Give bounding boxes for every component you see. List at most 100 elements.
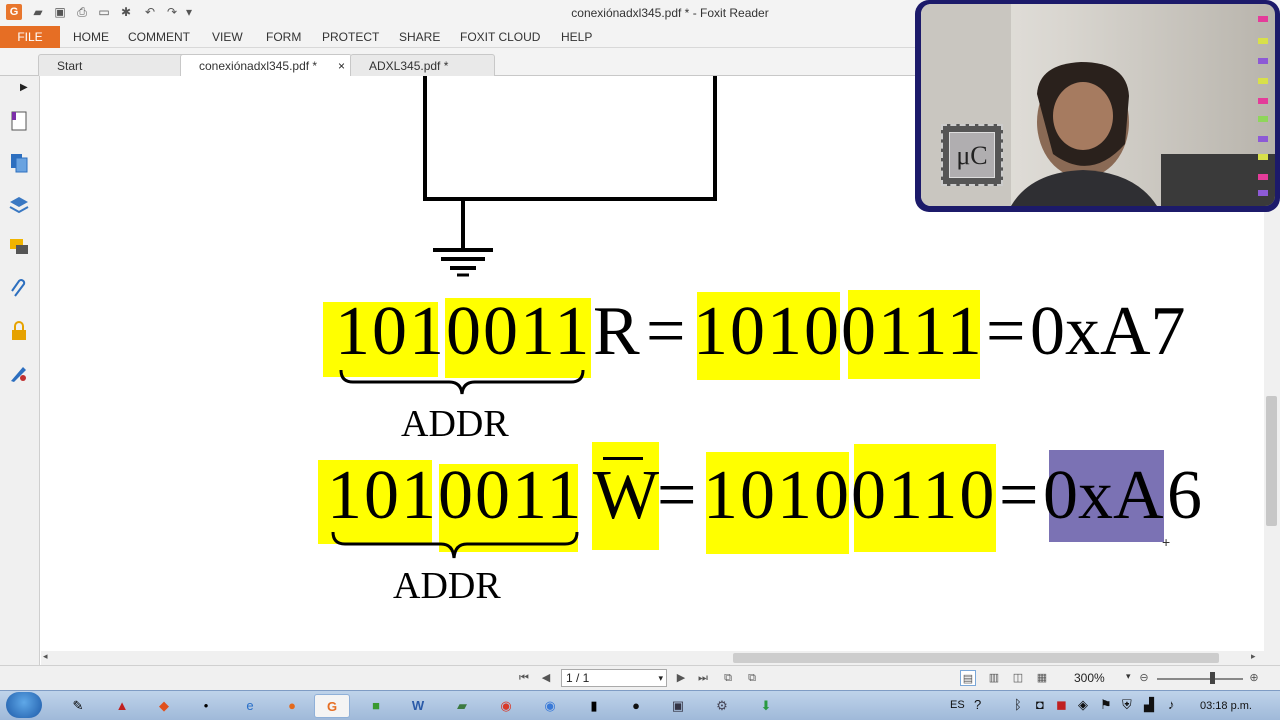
lock-icon[interactable] xyxy=(8,320,30,342)
expand-panel-icon[interactable]: ▶ xyxy=(20,82,28,93)
webcam-video: μC xyxy=(921,4,1275,206)
read-binary-value: 10100111 xyxy=(693,293,984,370)
single-page-icon[interactable]: ▤ xyxy=(960,670,976,686)
tab-start[interactable]: Start xyxy=(38,54,186,76)
microcontroller-logo-icon: μC xyxy=(941,124,1003,186)
firefox-icon[interactable]: ● xyxy=(274,694,310,718)
obs-icon[interactable]: ● xyxy=(618,694,654,718)
zoom-slider-handle[interactable] xyxy=(1210,672,1215,684)
addr-label-line1: ADDR xyxy=(401,403,509,445)
screen-icon[interactable]: ▣ xyxy=(660,694,696,718)
layers-icon[interactable] xyxy=(8,194,30,216)
facing-icon[interactable]: ◫ xyxy=(1010,670,1026,686)
page-number-input[interactable]: 1 / 1 ▾ xyxy=(561,669,667,687)
flag-icon[interactable]: ⚑ xyxy=(1100,697,1112,713)
taskbar: ✎ ▲ ◆ • e ● G ■ W ▰ ◉ ◉ ▮ ● ▣ ⚙ ⬇ ES ? ᛒ… xyxy=(0,690,1280,720)
previous-view-icon[interactable]: ⧉ xyxy=(720,670,736,686)
chevron-down-icon[interactable]: ▾ xyxy=(658,670,663,686)
tray-app-icon[interactable]: ◘ xyxy=(1036,697,1044,712)
zoom-level[interactable]: 300% xyxy=(1074,671,1105,685)
addr-label-line2: ADDR xyxy=(393,565,501,607)
crosshair-cursor-icon: + xyxy=(1162,534,1171,550)
previous-page-icon[interactable]: ◀ xyxy=(538,670,554,686)
close-icon[interactable]: × xyxy=(338,55,345,77)
tab-label: conexiónadxl345.pdf * xyxy=(199,59,318,73)
brace xyxy=(339,369,585,395)
chrome-icon[interactable]: ◉ xyxy=(488,694,524,718)
signature-icon[interactable] xyxy=(8,362,30,384)
bluetooth-icon[interactable]: ᛒ xyxy=(1014,697,1022,712)
pages-icon[interactable] xyxy=(8,152,30,174)
menu-share[interactable]: SHARE xyxy=(399,26,440,48)
brace xyxy=(331,531,579,559)
continuous-icon[interactable]: ▥ xyxy=(986,670,1002,686)
foxit-taskbar-icon[interactable]: G xyxy=(314,694,350,718)
equals-sign: = xyxy=(646,293,686,370)
horizontal-scroll-thumb[interactable] xyxy=(733,653,1219,663)
undo-icon[interactable]: ↶ xyxy=(142,4,158,20)
scroll-left-icon[interactable]: ◂ xyxy=(43,651,48,662)
explorer-icon[interactable]: ▰ xyxy=(444,694,480,718)
redo-icon[interactable]: ↷ xyxy=(164,4,180,20)
menu-view[interactable]: VIEW xyxy=(212,26,243,48)
terminal-icon[interactable]: ▮ xyxy=(576,694,612,718)
menu-home[interactable]: HOME xyxy=(73,26,109,48)
read-hex-value: 0xA7 xyxy=(1030,293,1186,370)
open-icon[interactable]: ▰ xyxy=(30,4,46,20)
menu-foxit-cloud[interactable]: FOXIT CLOUD xyxy=(460,26,540,48)
app-dot-icon[interactable]: • xyxy=(188,694,224,718)
network-icon[interactable]: ◈ xyxy=(1078,697,1088,713)
menu-form[interactable]: FORM xyxy=(266,26,301,48)
start-button[interactable] xyxy=(6,692,42,718)
next-page-icon[interactable]: ▶ xyxy=(673,670,689,686)
next-view-icon[interactable]: ⧉ xyxy=(744,670,760,686)
foxit-logo-icon[interactable]: G xyxy=(6,4,22,20)
tool-icon[interactable]: ⚙ xyxy=(704,694,740,718)
chrome-profile-icon[interactable]: ◉ xyxy=(532,694,568,718)
navigation-panel: ▶ xyxy=(0,76,40,666)
brave-icon[interactable]: ◆ xyxy=(146,694,182,718)
acrobat-icon[interactable]: ◼ xyxy=(1056,697,1067,713)
usb-icon[interactable]: ✎ xyxy=(60,694,96,718)
scroll-right-icon[interactable]: ▸ xyxy=(1251,651,1256,662)
tab-adxl345[interactable]: ADXL345.pdf * xyxy=(350,54,495,76)
language-indicator[interactable]: ES xyxy=(950,699,965,711)
print-icon[interactable]: ⎙ xyxy=(74,4,90,20)
menu-protect[interactable]: PROTECT xyxy=(322,26,379,48)
office-icon[interactable]: ■ xyxy=(358,694,394,718)
menu-help[interactable]: HELP xyxy=(561,26,592,48)
first-page-icon[interactable]: ⏮ xyxy=(516,670,532,686)
continuous-facing-icon[interactable]: ▦ xyxy=(1034,670,1050,686)
menu-file[interactable]: FILE xyxy=(0,26,60,48)
last-page-icon[interactable]: ⏭ xyxy=(695,670,711,686)
menu-comment[interactable]: COMMENT xyxy=(128,26,190,48)
scan-icon[interactable]: ▭ xyxy=(96,4,112,20)
zoom-slider[interactable] xyxy=(1157,678,1243,680)
volume-icon[interactable]: ♪ xyxy=(1168,697,1175,712)
zoom-out-icon[interactable]: ⊖ xyxy=(1136,670,1152,686)
bookmarks-icon[interactable] xyxy=(8,110,30,132)
word-icon[interactable]: W xyxy=(400,694,436,718)
tab-conexionadxl345[interactable]: conexiónadxl345.pdf * × xyxy=(180,54,352,76)
overline-bar xyxy=(603,457,643,460)
attachments-icon[interactable] xyxy=(8,278,30,300)
page-indicator: 1 / 1 xyxy=(566,671,590,685)
clock[interactable]: 03:18 p.m. xyxy=(1200,700,1252,712)
zoom-in-icon[interactable]: ⊕ xyxy=(1246,670,1262,686)
vertical-scroll-thumb[interactable] xyxy=(1266,396,1277,526)
equals-sign: = xyxy=(999,457,1039,534)
download-icon[interactable]: ⬇ xyxy=(748,694,784,718)
zoom-dropdown-icon[interactable]: ▾ xyxy=(1126,671,1131,682)
shield-icon[interactable]: ⛨ xyxy=(1122,697,1132,713)
save-icon[interactable]: ▣ xyxy=(52,4,68,20)
signal-icon[interactable]: ▟ xyxy=(1144,697,1154,713)
webcam-edge-lights xyxy=(1258,16,1268,196)
edge-icon[interactable]: e xyxy=(232,694,268,718)
snapshot-icon[interactable]: ✱ xyxy=(118,4,134,20)
matlab-icon[interactable]: ▲ xyxy=(104,694,140,718)
tab-label: Start xyxy=(57,59,83,73)
help-icon[interactable]: ? xyxy=(974,697,981,712)
write-bit: W xyxy=(593,457,660,534)
customize-dropdown-icon[interactable]: ▾ xyxy=(184,4,194,20)
comments-icon[interactable] xyxy=(8,236,30,258)
